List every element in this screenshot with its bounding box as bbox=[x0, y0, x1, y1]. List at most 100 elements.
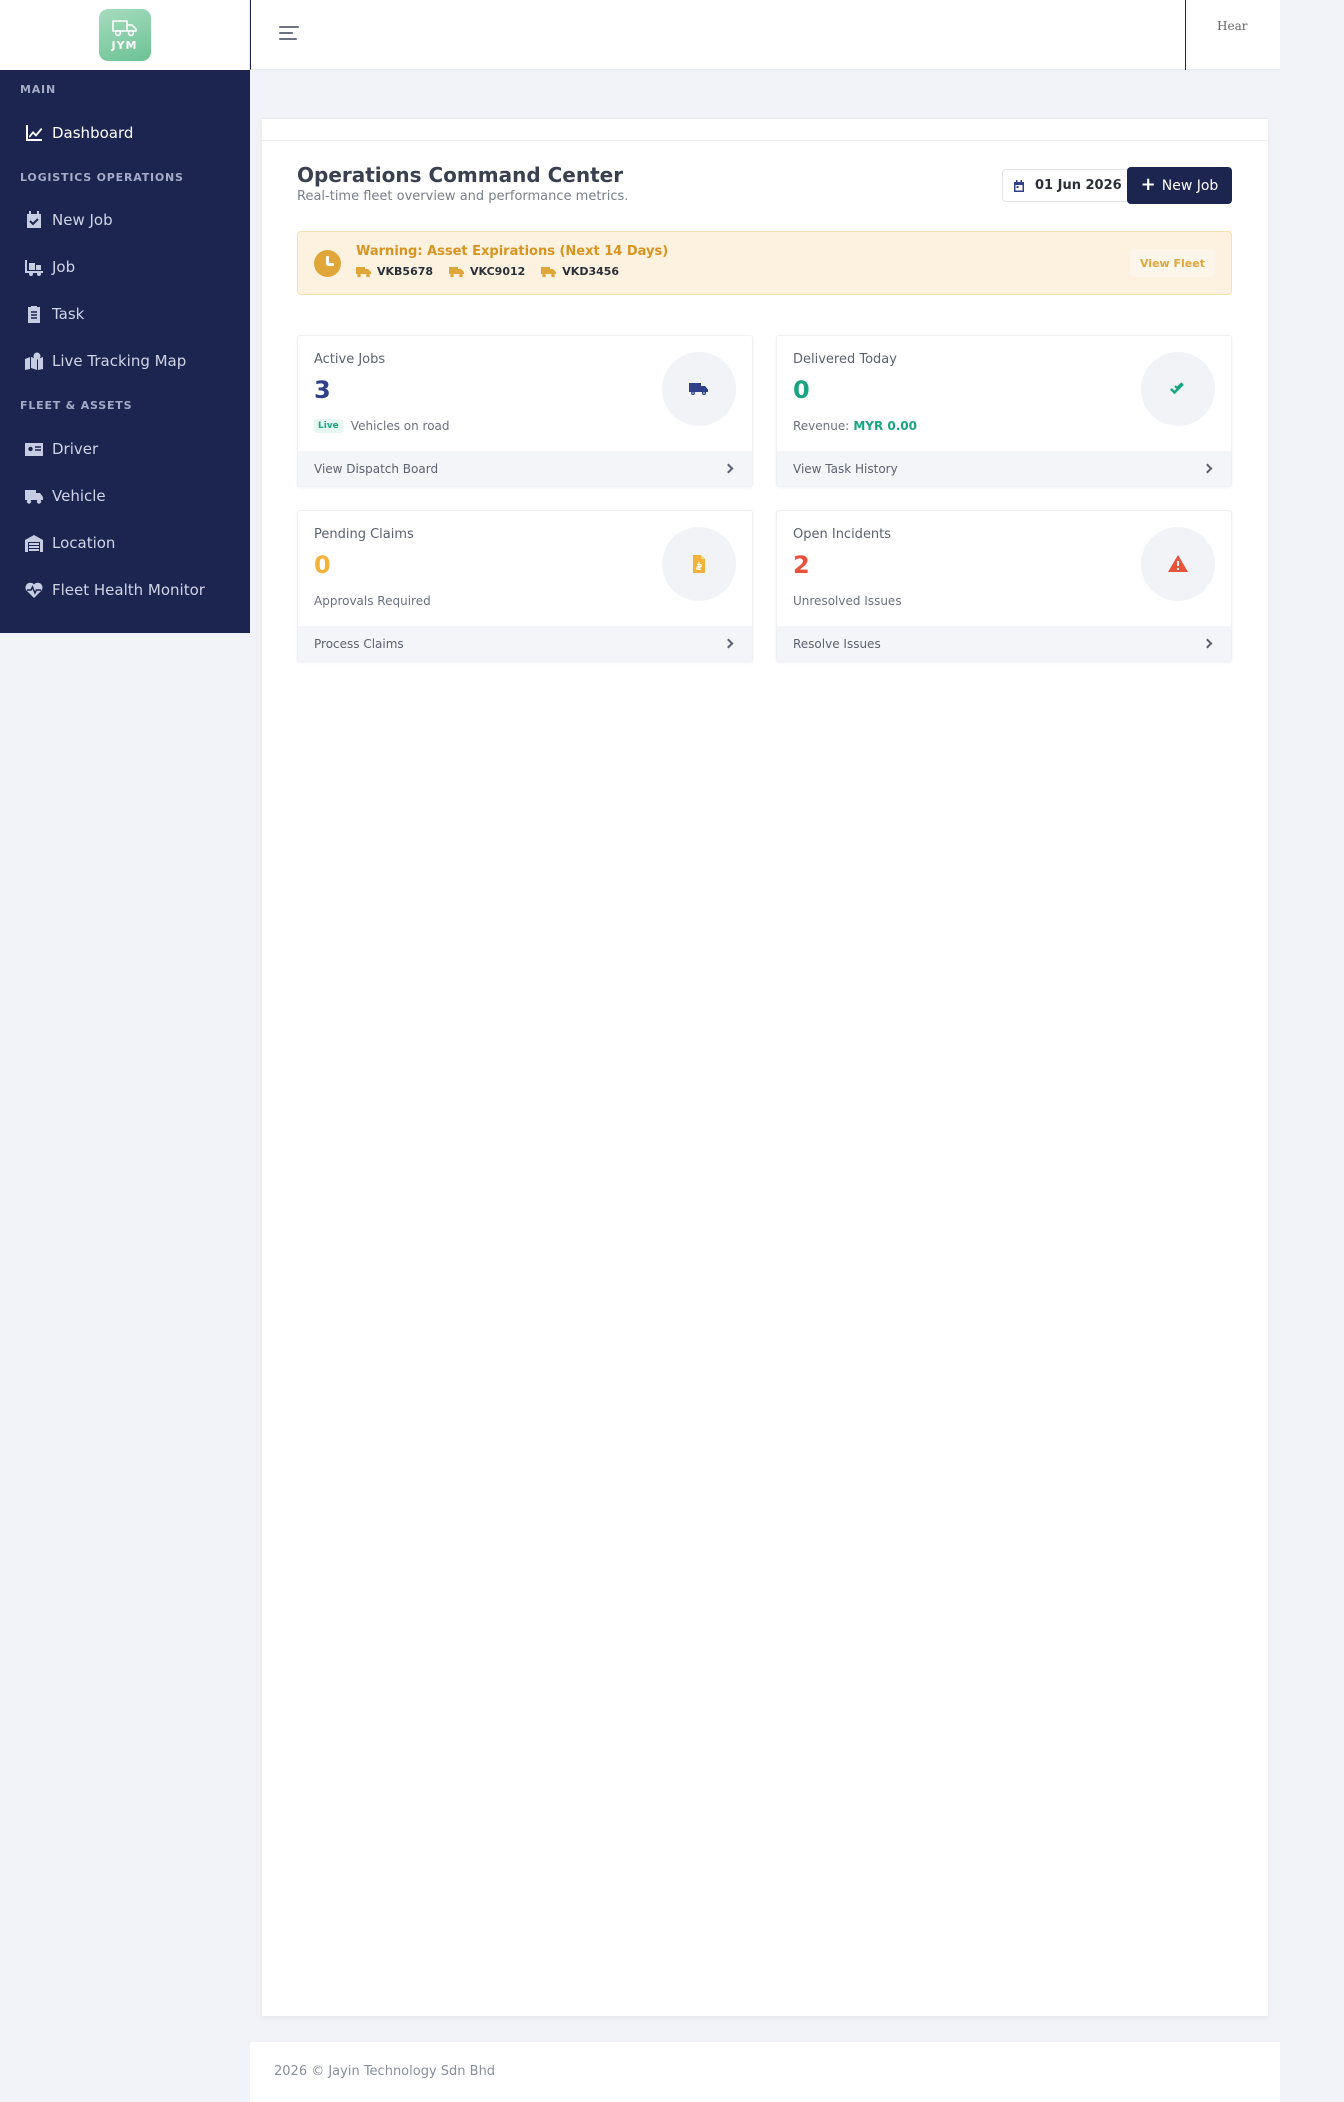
stat-card-delivered-today: Delivered Today 0 Revenue: MYR 0.00 View… bbox=[776, 335, 1232, 487]
sidebar-item-dashboard[interactable]: Dashboard bbox=[0, 113, 250, 153]
chevron-right-icon bbox=[1202, 463, 1213, 474]
sidebar-item-new-job[interactable]: New Job bbox=[0, 200, 250, 240]
stat-subtext: Unresolved Issues bbox=[793, 594, 902, 608]
warning-triangle-icon bbox=[1168, 555, 1188, 572]
sidebar-item-label: New Job bbox=[52, 211, 113, 229]
plate-item: VKC9012 bbox=[449, 265, 525, 278]
stat-icon-circle bbox=[662, 527, 736, 601]
process-claims-link[interactable]: Process Claims bbox=[298, 626, 752, 661]
view-fleet-button[interactable]: View Fleet bbox=[1129, 249, 1215, 277]
sidebar-item-label: Vehicle bbox=[52, 487, 106, 505]
stat-footer-label: View Dispatch Board bbox=[314, 461, 439, 476]
stat-sub-label: Revenue: bbox=[793, 419, 850, 433]
alert-title: Warning: Asset Expirations (Next 14 Days… bbox=[356, 244, 669, 259]
plate-number: VKC9012 bbox=[470, 265, 526, 278]
copyright-text: 2026 © Jayin Technology Sdn Bhd bbox=[274, 2064, 496, 2079]
chevron-right-icon bbox=[723, 463, 734, 474]
page-footer: 2026 © Jayin Technology Sdn Bhd bbox=[250, 2042, 1280, 2102]
card-top-divider bbox=[262, 119, 1268, 141]
stat-sub-label: Vehicles on road bbox=[350, 419, 450, 433]
revenue-value: MYR 0.00 bbox=[853, 419, 917, 433]
stat-value: 0 bbox=[793, 376, 810, 404]
plate-number: VKD3456 bbox=[562, 265, 620, 278]
stat-label: Open Incidents bbox=[793, 527, 892, 542]
current-date: 01 Jun 2026 bbox=[1035, 178, 1122, 193]
brand-logo[interactable]: JYM bbox=[98, 9, 151, 61]
stat-label: Active Jobs bbox=[314, 352, 386, 367]
sidebar-item-location[interactable]: Location bbox=[0, 523, 250, 563]
clock-icon bbox=[314, 250, 341, 277]
stat-card-pending-claims: Pending Claims 0 Approvals Required Proc… bbox=[297, 510, 753, 662]
truck-icon bbox=[356, 266, 371, 277]
logo-area: JYM bbox=[0, 0, 250, 70]
heartbeat-icon bbox=[24, 580, 44, 600]
stat-value: 3 bbox=[314, 376, 331, 404]
user-menu[interactable]: Hear bbox=[1185, 0, 1280, 70]
sidebar-item-fleet-health[interactable]: Fleet Health Monitor bbox=[0, 570, 250, 610]
sidebar-item-label: Location bbox=[52, 534, 116, 552]
stat-label: Delivered Today bbox=[793, 352, 897, 367]
stat-footer-label: Process Claims bbox=[314, 636, 404, 651]
new-job-button[interactable]: + New Job bbox=[1127, 167, 1232, 204]
sidebar-item-label: Live Tracking Map bbox=[52, 352, 187, 370]
stat-footer-label: View Task History bbox=[793, 461, 898, 476]
truck-icon bbox=[541, 266, 557, 277]
avatar[interactable]: Hear bbox=[1217, 19, 1249, 51]
stat-icon-circle bbox=[1141, 527, 1215, 601]
stat-subtext: Live Vehicles on road bbox=[314, 419, 450, 433]
plate-item: VKB5678 bbox=[356, 265, 433, 278]
warehouse-icon bbox=[24, 533, 44, 553]
sidebar-item-label: Fleet Health Monitor bbox=[52, 581, 205, 599]
plate-item: VKD3456 bbox=[541, 265, 619, 278]
map-marked-icon bbox=[24, 351, 44, 371]
page-title: Operations Command Center bbox=[297, 163, 624, 187]
id-card-icon bbox=[24, 439, 44, 459]
sidebar-item-label: Job bbox=[52, 258, 76, 276]
stat-footer-label: Resolve Issues bbox=[793, 636, 881, 651]
resolve-issues-link[interactable]: Resolve Issues bbox=[777, 626, 1231, 661]
new-job-label: New Job bbox=[1161, 177, 1219, 194]
plus-icon: + bbox=[1140, 174, 1156, 195]
date-display[interactable]: 01 Jun 2026 bbox=[1002, 169, 1133, 202]
page-subtitle: Real-time fleet overview and performance… bbox=[297, 189, 629, 204]
live-badge: Live bbox=[314, 419, 343, 433]
truck-icon bbox=[24, 486, 44, 506]
stat-sub-label: Unresolved Issues bbox=[793, 594, 902, 608]
sidebar-item-driver[interactable]: Driver bbox=[0, 429, 250, 469]
sidebar-item-label: Task bbox=[52, 305, 85, 323]
clipboard-list-icon bbox=[24, 304, 44, 324]
logo-text: JYM bbox=[111, 39, 138, 52]
stat-card-open-incidents: Open Incidents 2 Unresolved Issues Resol… bbox=[776, 510, 1232, 662]
sidebar-item-live-tracking[interactable]: Live Tracking Map bbox=[0, 341, 250, 381]
topbar: Hear bbox=[250, 0, 1280, 70]
calendar-check-icon bbox=[24, 210, 44, 230]
stat-card-active-jobs: Active Jobs 3 Live Vehicles on road View… bbox=[297, 335, 753, 487]
chart-line-icon bbox=[24, 123, 44, 143]
chevron-right-icon bbox=[723, 638, 734, 649]
stat-sub-label: Approvals Required bbox=[314, 594, 431, 608]
sidebar-item-job[interactable]: Job bbox=[0, 247, 250, 287]
menu-toggle-icon[interactable] bbox=[279, 26, 299, 42]
sidebar-item-label: Driver bbox=[52, 440, 99, 458]
view-task-history-link[interactable]: View Task History bbox=[777, 451, 1231, 486]
stat-icon-circle bbox=[662, 352, 736, 426]
expiring-plates: VKB5678 VKC9012 VKD3456 bbox=[356, 265, 619, 278]
view-dispatch-board-link[interactable]: View Dispatch Board bbox=[298, 451, 752, 486]
stat-value: 2 bbox=[793, 551, 810, 579]
stat-label: Pending Claims bbox=[314, 527, 414, 542]
invoice-dollar-icon bbox=[693, 555, 705, 573]
main-content-card: Operations Command Center Real-time flee… bbox=[262, 118, 1268, 2016]
truck-icon bbox=[449, 266, 465, 277]
sidebar: JYM MAIN Dashboard LOGISTICS OPERATIONS … bbox=[0, 0, 250, 633]
stat-subtext: Revenue: MYR 0.00 bbox=[793, 419, 917, 433]
stat-icon-circle bbox=[1141, 352, 1215, 426]
plate-number: VKB5678 bbox=[377, 265, 434, 278]
sidebar-item-vehicle[interactable]: Vehicle bbox=[0, 476, 250, 516]
stat-value: 0 bbox=[314, 551, 331, 579]
section-logistics: LOGISTICS OPERATIONS bbox=[20, 171, 184, 184]
sidebar-item-task[interactable]: Task bbox=[0, 294, 250, 334]
asset-expiration-alert: Warning: Asset Expirations (Next 14 Days… bbox=[297, 231, 1232, 295]
section-main: MAIN bbox=[20, 83, 56, 96]
truck-logo-icon bbox=[111, 20, 137, 37]
truck-loading-icon bbox=[24, 257, 44, 277]
